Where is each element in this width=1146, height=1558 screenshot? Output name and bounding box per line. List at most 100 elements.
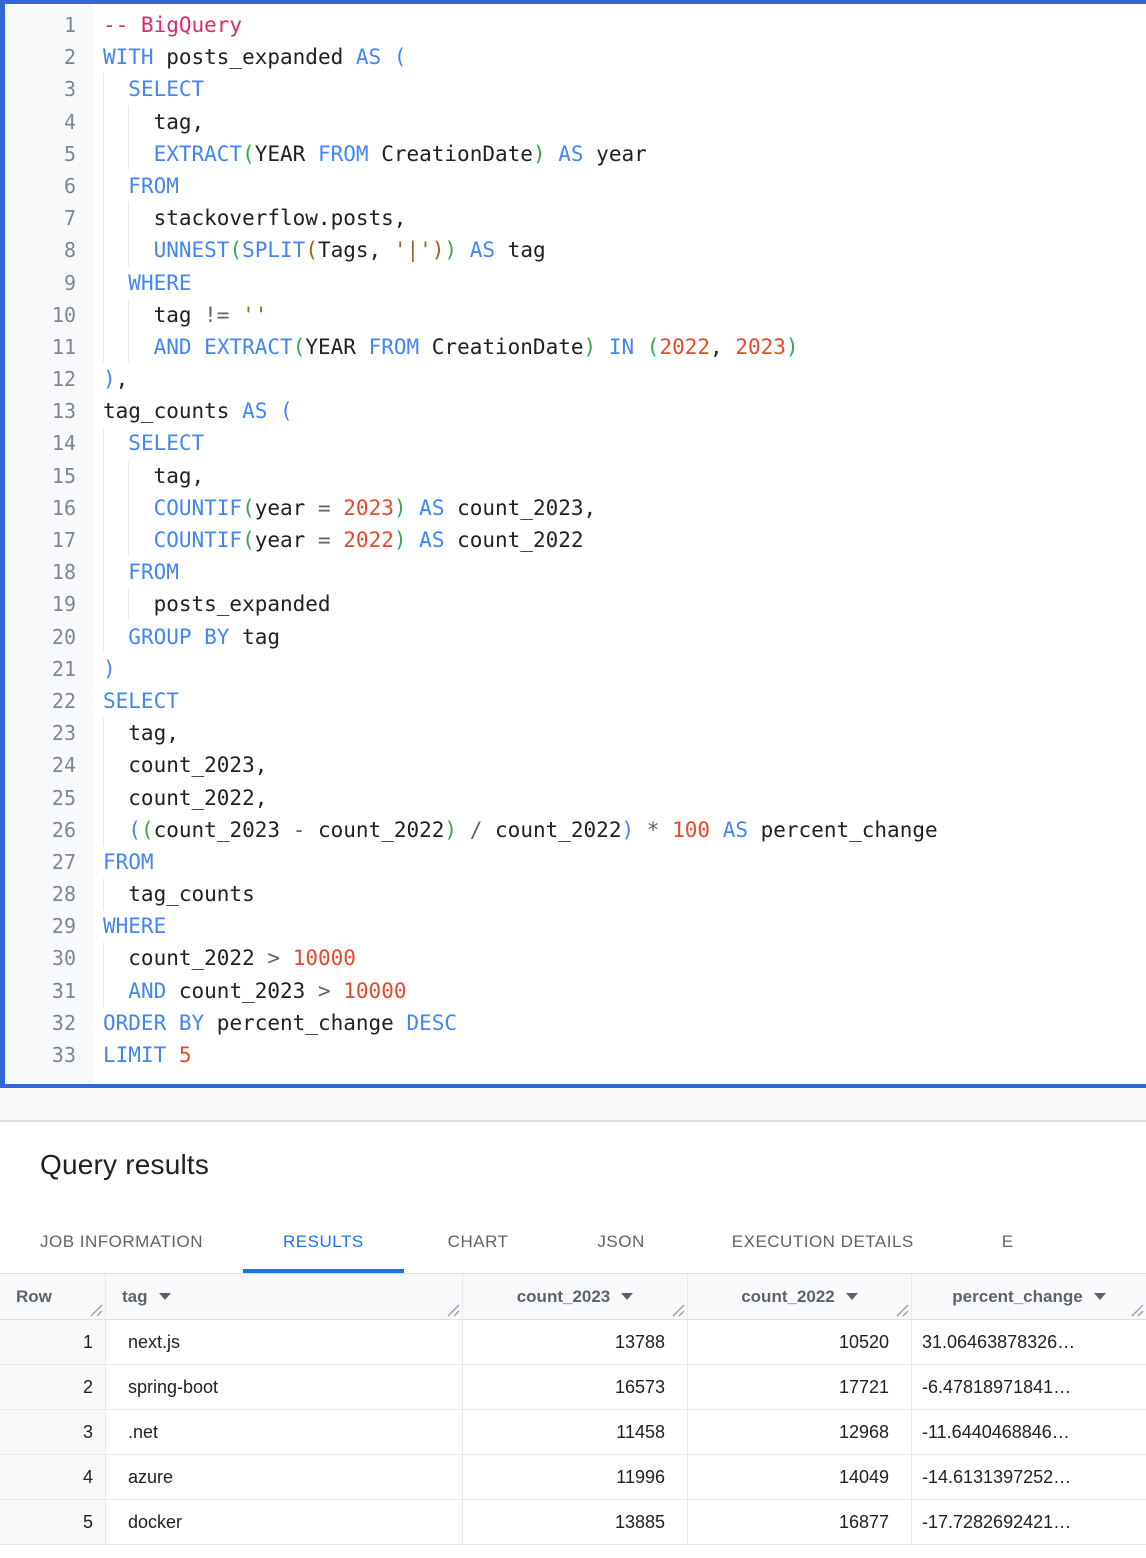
code-line: FROM (103, 556, 1146, 588)
code-token: > (318, 979, 331, 1003)
code-token: ( (242, 528, 255, 552)
line-number: 8 (5, 234, 93, 266)
indent-guide-line (103, 299, 104, 331)
indent-guide-line (128, 299, 129, 331)
line-number: 18 (5, 556, 93, 588)
code-line: UNNEST(SPLIT(Tags, '|')) AS tag (103, 234, 1146, 266)
code-token: ) (621, 818, 634, 842)
tab-e[interactable]: E (956, 1210, 1014, 1273)
percent-change-cell: -11.6440468846… (912, 1410, 1146, 1454)
indent-guide-line (103, 942, 104, 974)
code-token: count_2023, (103, 753, 267, 777)
code-token: ( (280, 399, 293, 423)
indent-guide-line (103, 749, 104, 781)
code-token: ) (432, 238, 445, 262)
code-line: tag, (103, 106, 1146, 138)
column-resize-handle-icon[interactable] (1131, 1304, 1144, 1317)
code-token (407, 496, 420, 520)
line-number: 6 (5, 170, 93, 202)
tag-cell: .net (106, 1410, 463, 1454)
code-token (103, 174, 128, 198)
code-token (596, 335, 609, 359)
indent-guide-line (103, 331, 104, 363)
code-token: FROM (318, 142, 369, 166)
code-token (331, 496, 344, 520)
tab-label: CHART (448, 1232, 509, 1252)
code-token: count_2022, (103, 786, 267, 810)
code-line: FROM (103, 846, 1146, 878)
column-dropdown-arrow-icon[interactable] (621, 1293, 633, 1300)
column-header-row[interactable]: Row (0, 1274, 106, 1319)
code-token: SPLIT (242, 238, 305, 262)
indent-guide-line (128, 588, 129, 620)
column-header-percent_change[interactable]: percent_change (912, 1274, 1146, 1319)
code-line: GROUP BY tag (103, 621, 1146, 653)
code-token: tag (495, 238, 546, 262)
column-dropdown-arrow-icon[interactable] (846, 1293, 858, 1300)
line-number: 24 (5, 749, 93, 781)
code-token: ORDER BY (103, 1011, 204, 1035)
indent-guide-line (103, 878, 104, 910)
count-2022-cell: 14049 (688, 1455, 912, 1499)
code-token: COUNTIF (154, 496, 243, 520)
line-number: 12 (5, 363, 93, 395)
code-token: ) (533, 142, 546, 166)
tab-results[interactable]: RESULTS (243, 1210, 404, 1273)
code-token: ) (444, 238, 457, 262)
code-token (634, 818, 647, 842)
code-token: ( (242, 496, 255, 520)
count-2023-cell: 16573 (463, 1365, 688, 1409)
line-number: 11 (5, 331, 93, 363)
code-line: LIMIT 5 (103, 1039, 1146, 1071)
tab-job-information[interactable]: JOB INFORMATION (0, 1210, 243, 1273)
indent-guide-line (103, 460, 104, 492)
code-line: tag_counts AS ( (103, 395, 1146, 427)
line-number: 25 (5, 782, 93, 814)
code-token: AND (154, 335, 192, 359)
panel-title: Query results (40, 1149, 1146, 1181)
indent-guide-line (128, 106, 129, 138)
code-token (103, 431, 128, 455)
table-row: 5docker1388516877-17.7282692421… (0, 1500, 1146, 1545)
code-token: tag (229, 625, 280, 649)
line-number: 33 (5, 1039, 93, 1071)
code-line: posts_expanded (103, 588, 1146, 620)
indent-guide-line (103, 782, 104, 814)
code-line: -- BigQuery (103, 9, 1146, 41)
column-dropdown-arrow-icon[interactable] (159, 1293, 171, 1300)
code-token: CreationDate (369, 142, 533, 166)
code-token (407, 528, 420, 552)
column-dropdown-arrow-icon[interactable] (1094, 1293, 1106, 1300)
code-token: 100 (672, 818, 710, 842)
code-token: ( (647, 335, 660, 359)
column-header-tag[interactable]: tag (106, 1274, 463, 1319)
tab-chart[interactable]: CHART (404, 1210, 553, 1273)
column-resize-handle-icon[interactable] (672, 1304, 685, 1317)
code-token: = (318, 528, 331, 552)
line-number: 5 (5, 138, 93, 170)
line-number: 4 (5, 106, 93, 138)
tab-json[interactable]: JSON (552, 1210, 689, 1273)
percent-change-cell: -14.6131397252… (912, 1455, 1146, 1499)
column-header-count_2022[interactable]: count_2022 (688, 1274, 912, 1319)
column-resize-handle-icon[interactable] (447, 1304, 460, 1317)
line-number: 26 (5, 814, 93, 846)
tag-cell: spring-boot (106, 1365, 463, 1409)
count-2023-cell: 13885 (463, 1500, 688, 1544)
line-number: 14 (5, 427, 93, 459)
line-number: 29 (5, 910, 93, 942)
code-token: FROM (369, 335, 420, 359)
column-header-count_2023[interactable]: count_2023 (463, 1274, 688, 1319)
code-token: / (470, 818, 483, 842)
tab-label: EXECUTION DETAILS (732, 1232, 914, 1252)
code-line: tag != '' (103, 299, 1146, 331)
line-number: 13 (5, 395, 93, 427)
tab-execution-details[interactable]: EXECUTION DETAILS (690, 1210, 956, 1273)
code-token (634, 335, 647, 359)
table-row: 2spring-boot1657317721-6.47818971841… (0, 1365, 1146, 1410)
code-token: = (318, 496, 331, 520)
editor-code-area[interactable]: -- BigQueryWITH posts_expanded AS ( SELE… (93, 4, 1146, 1084)
sql-editor[interactable]: 1234567891011121314151617181920212223242… (0, 0, 1146, 1088)
column-resize-handle-icon[interactable] (896, 1304, 909, 1317)
column-resize-handle-icon[interactable] (90, 1304, 103, 1317)
